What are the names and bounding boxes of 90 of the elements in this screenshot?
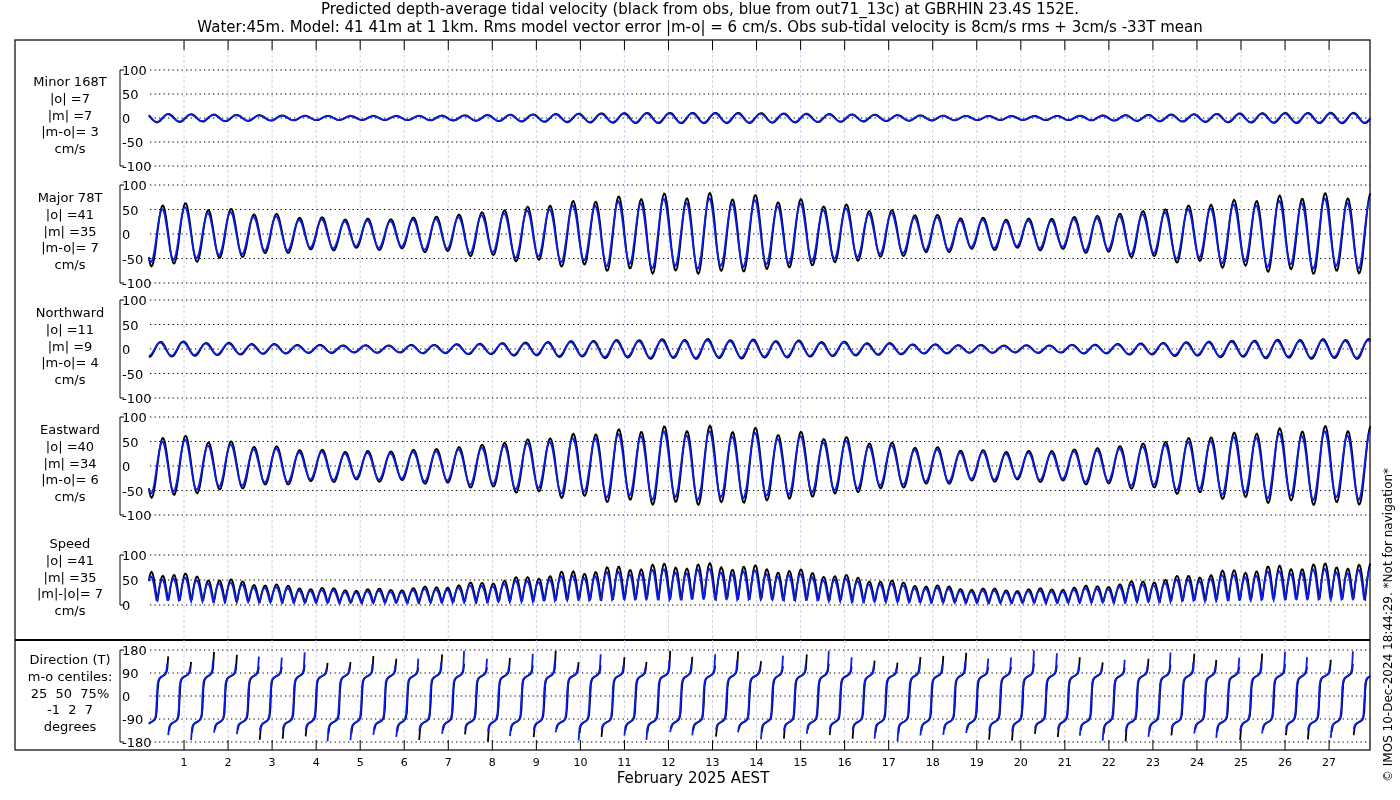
panel-label: |m| =9 — [47, 338, 93, 354]
axis-tick-label: 20 — [1013, 756, 1028, 769]
axis-tick-label: 18 — [925, 756, 940, 769]
axis-tick-label: 6 — [400, 756, 408, 769]
panel-label: cm/s — [54, 489, 86, 505]
panel-label: cm/s — [54, 603, 86, 619]
axis-tick-label: 22 — [1101, 756, 1116, 769]
axis-tick-label: 19 — [969, 756, 984, 769]
axis-tick-label: 3 — [268, 756, 276, 769]
axis-tick-label: 7 — [444, 756, 452, 769]
axis-tick-label: 15 — [793, 756, 808, 769]
axis-tick-label: -100 — [122, 276, 152, 291]
axis-tick-label: 50 — [122, 434, 139, 450]
axis-tick-label: 23 — [1145, 756, 1160, 769]
panel-label: |m-o|= 3 — [41, 124, 99, 140]
panel-label: Direction (T) — [29, 652, 111, 667]
axis-tick-label: 12 — [661, 756, 676, 769]
panel-label: |m-o|= 4 — [41, 355, 99, 371]
axis-tick-label: -50 — [122, 366, 144, 382]
panel-label: |o| =40 — [45, 438, 95, 454]
axis-tick-label: 1 — [180, 756, 188, 769]
axis-tick-label: 9 — [532, 756, 540, 769]
panel-label: |m| =35 — [43, 223, 97, 239]
axis-tick-label: 100 — [122, 63, 147, 78]
panel-label: |o| =41 — [45, 206, 95, 222]
axis-tick-label: -50 — [122, 135, 144, 150]
axis-tick-label: 50 — [122, 202, 139, 218]
axis-tick-label: -100 — [122, 508, 152, 523]
panel-label: |m-o|= 6 — [41, 472, 99, 488]
axis-tick-label: 11 — [617, 756, 632, 769]
axis-tick-label: 25 — [1234, 756, 1248, 769]
panel-label: m-o centiles: — [27, 668, 113, 684]
axis-tick-label: 0 — [122, 459, 131, 474]
panel-label: |m| =7 — [47, 107, 93, 123]
panel-label: cm/s — [54, 141, 86, 157]
axis-tick-label: 2 — [224, 756, 232, 769]
axis-tick-label: 21 — [1057, 756, 1072, 769]
panel-label: |o| =11 — [45, 321, 95, 337]
axis-tick-label: 17 — [881, 756, 896, 769]
panel-label: cm/s — [54, 257, 86, 273]
x-axis-label: February 2025 AEST — [616, 769, 770, 787]
axis-tick-label: 4 — [312, 756, 320, 769]
axis-tick-label: -100 — [122, 391, 152, 406]
axis-tick-label: 50 — [122, 87, 139, 102]
panel-label: 25 50 75% — [30, 685, 110, 701]
panel-label: -1 2 7 — [47, 702, 93, 718]
axis-tick-label: 50 — [122, 573, 139, 588]
axis-tick-label: 0 — [122, 598, 131, 613]
axis-tick-label: -50 — [122, 251, 144, 267]
axis-tick-label: 100 — [122, 178, 147, 193]
panel-label: |m| =34 — [43, 455, 97, 471]
panel-label: Major 78T — [37, 190, 103, 205]
axis-tick-label: 14 — [749, 756, 764, 769]
panel-label: |o| =41 — [45, 552, 95, 568]
axis-tick-label: 13 — [705, 756, 720, 769]
plot-title: Predicted depth-average tidal velocity (black from obs, blue from out71_13c) at GBRHIN 23.4S 152E. — [320, 0, 1080, 18]
panel-label: Minor 168T — [33, 74, 107, 89]
panel-label: |m-o|= 7 — [41, 240, 99, 256]
panel-label: Speed — [49, 536, 91, 551]
axis-tick-label: 50 — [122, 317, 139, 333]
axis-tick-label: -180 — [122, 735, 152, 750]
axis-tick-label: 5 — [356, 756, 364, 769]
panel-label: cm/s — [54, 372, 86, 388]
axis-tick-label: 100 — [122, 293, 147, 308]
panel-label: |o| =7 — [50, 90, 90, 106]
axis-tick-label: 90 — [122, 666, 139, 681]
panel-label: degrees — [43, 719, 97, 735]
y-axis — [119, 554, 125, 606]
axis-tick-label: -90 — [122, 712, 144, 727]
panel-label: Eastward — [40, 422, 100, 437]
panel-label: Northward — [35, 305, 105, 320]
axis-tick-label: 0 — [122, 111, 131, 126]
axis-tick-label: 10 — [573, 756, 588, 769]
axis-tick-label: 100 — [122, 548, 147, 563]
axis-tick-label: -100 — [122, 159, 152, 174]
axis-tick-label: 26 — [1278, 756, 1293, 769]
axis-tick-label: 27 — [1322, 756, 1337, 769]
axis-tick-label: 100 — [122, 410, 147, 425]
axis-tick-label: 0 — [122, 689, 131, 704]
panel-label: |m| =35 — [43, 569, 97, 585]
axis-tick-label: 0 — [122, 227, 131, 242]
axis-tick-label: 0 — [122, 342, 131, 357]
axis-tick-label: 8 — [488, 756, 496, 769]
axis-tick-label: 24 — [1189, 756, 1204, 769]
axis-tick-label: 16 — [837, 756, 852, 769]
axis-tick-label: 180 — [122, 643, 147, 658]
panel-label: |m|-|o|= 7 — [36, 586, 104, 602]
axis-tick-label: -50 — [122, 483, 144, 499]
plot-title: Water:45m. Model: 41 41m at 1 1km. Rms model vector error |m-o| = 6 cm/s. Obs sub-tidal velocity is 8cm/s rms + 3cm/s -33T mean — [197, 18, 1203, 36]
credit-text: © IMOS 10-Dec-2024 18:44:29. *Not for navigation* — [1381, 467, 1395, 782]
